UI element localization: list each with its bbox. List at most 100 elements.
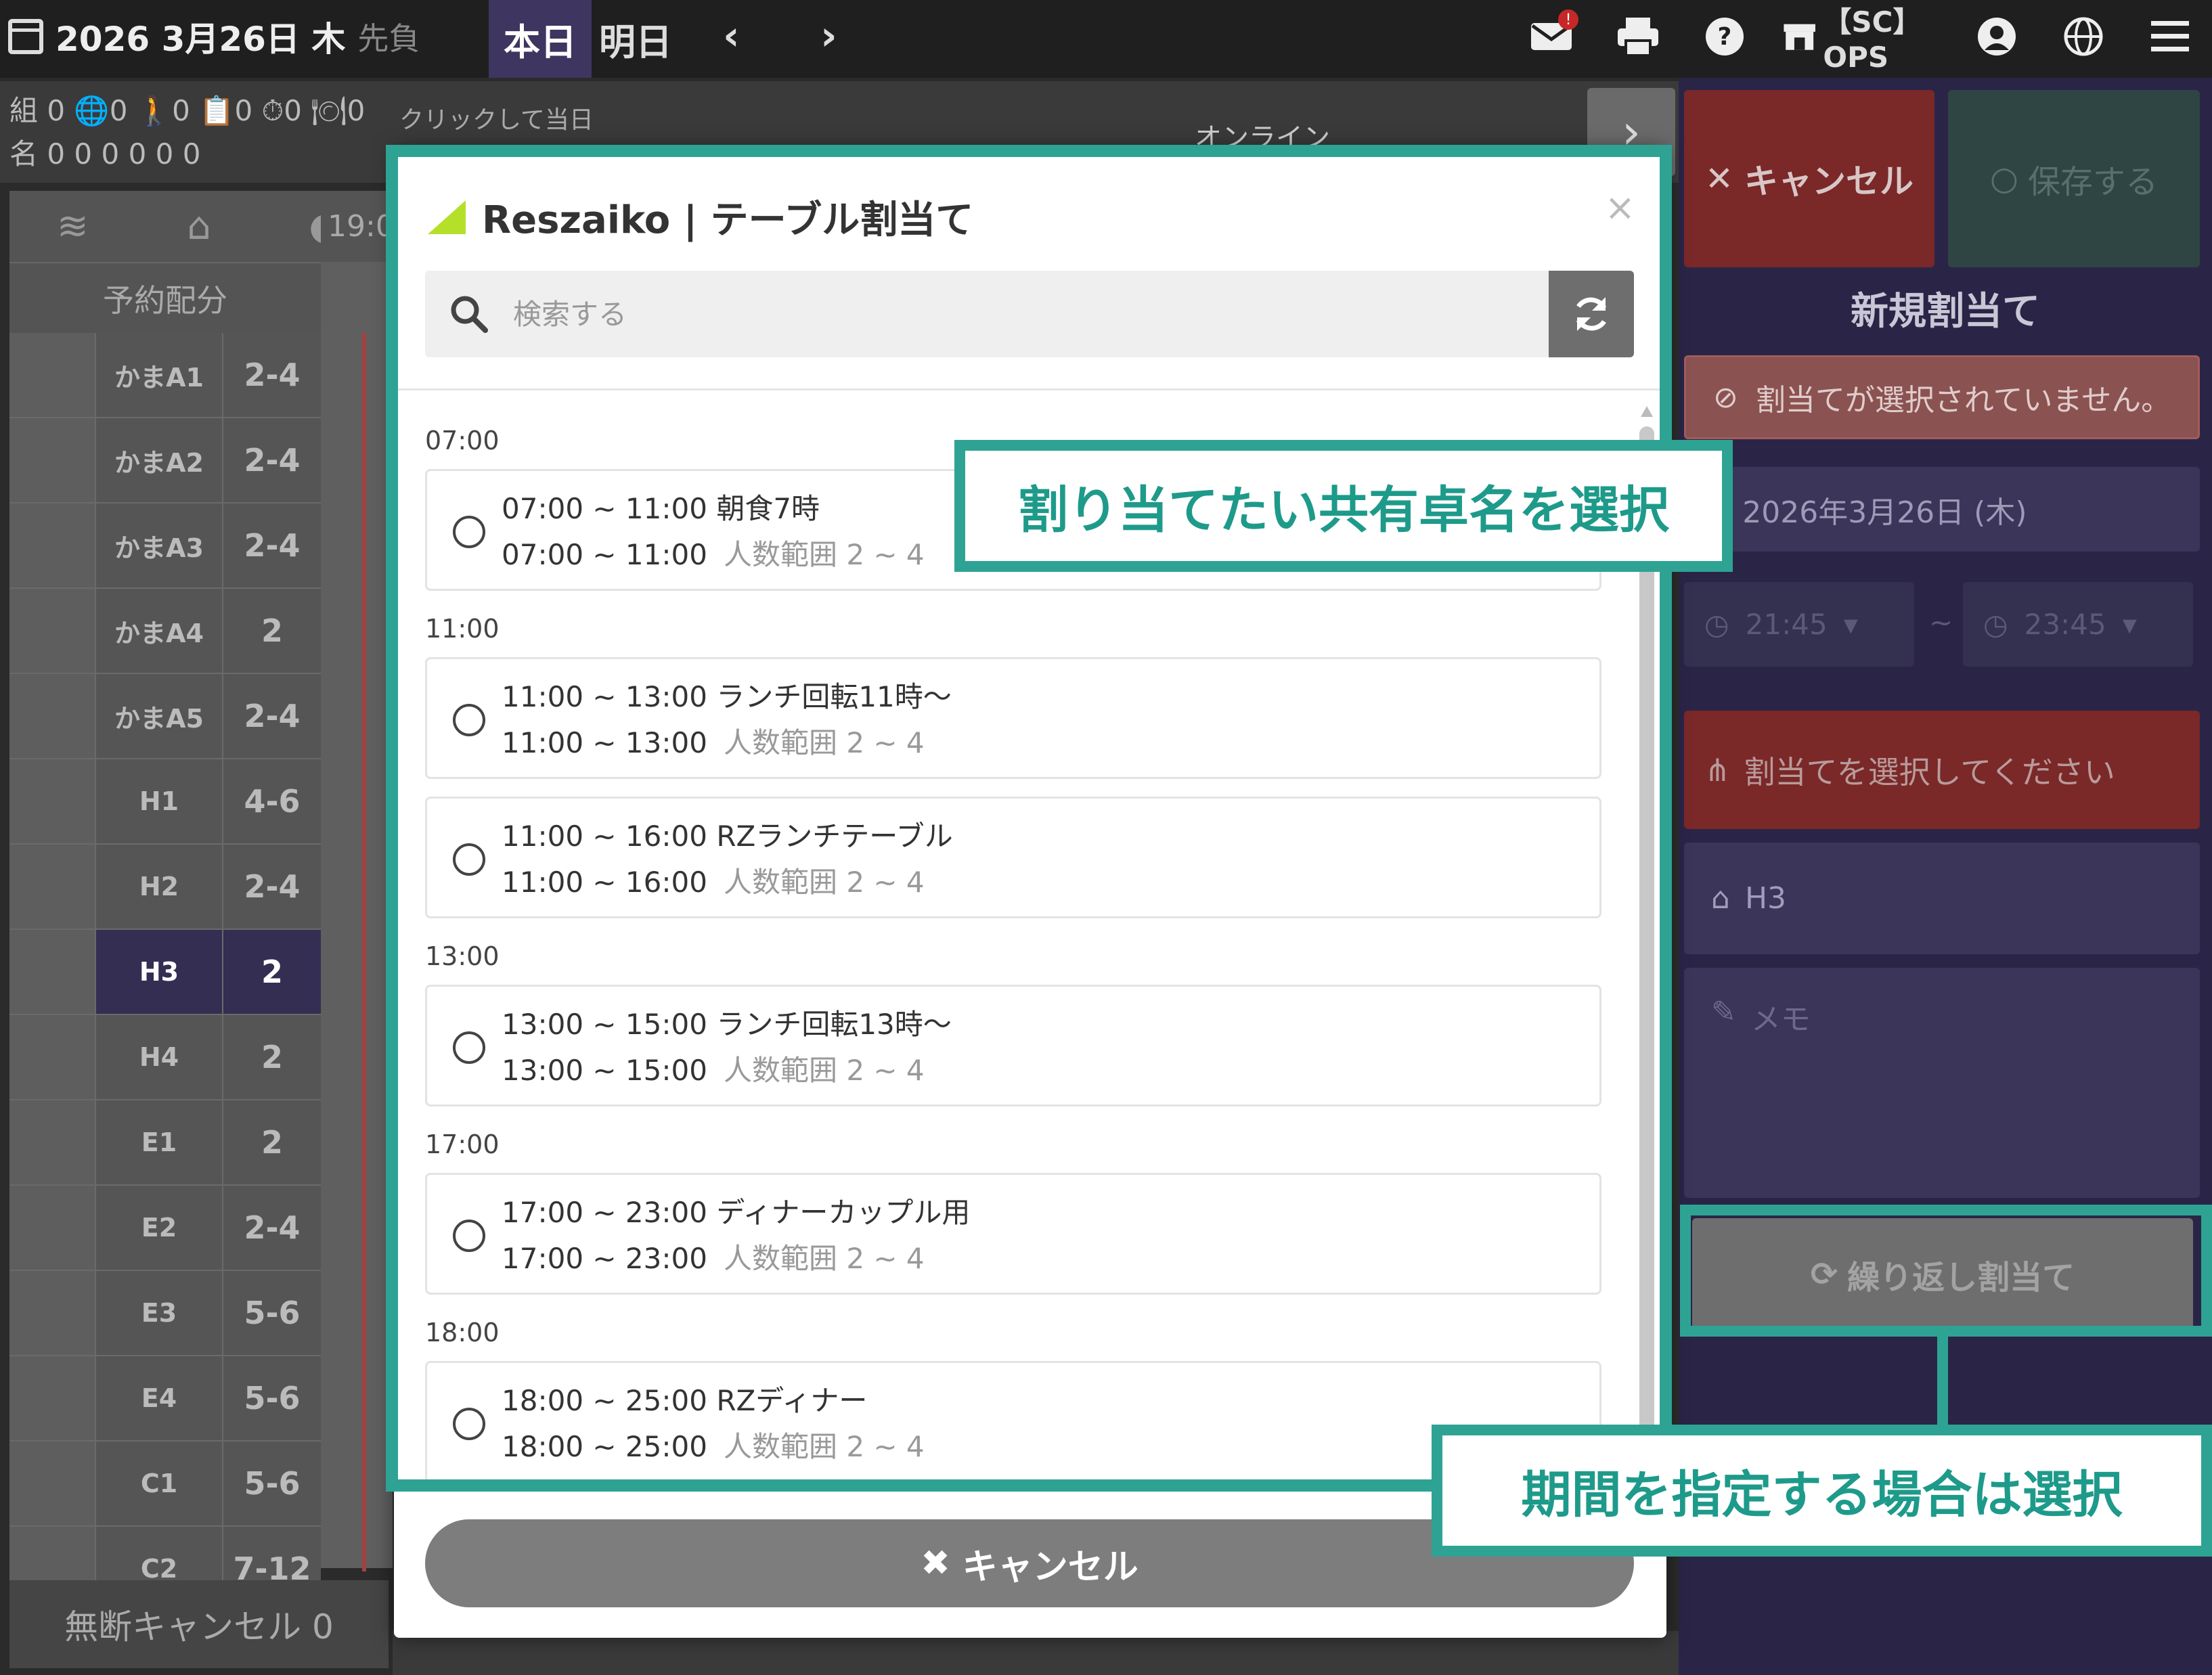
edit-icon: ✎ — [1711, 995, 1736, 1029]
row-spacer — [9, 418, 95, 502]
table-row[interactable]: C1 5-6 — [9, 1442, 321, 1527]
row-spacer — [9, 1271, 95, 1355]
close-icon: ✖ — [921, 1543, 950, 1584]
user-icon[interactable] — [1968, 8, 2025, 65]
today-button[interactable]: 本日 — [489, 0, 592, 78]
row-spacer — [9, 1100, 95, 1184]
row-spacer — [9, 1356, 95, 1440]
search-input[interactable] — [513, 271, 1549, 357]
memo-field[interactable]: ✎ メモ — [1684, 968, 2200, 1198]
table-row[interactable]: E4 5-6 — [9, 1356, 321, 1442]
panel-cancel-button[interactable]: ✕ キャンセル — [1684, 90, 1934, 267]
end-time-select[interactable]: ◷ 23:45 ▾ — [1963, 582, 2193, 667]
callout-connector — [1937, 1337, 1948, 1425]
table-capacity: 5-6 — [222, 1442, 321, 1525]
no-show-counter[interactable]: 無断キャンセル 0 — [9, 1580, 389, 1668]
table-row[interactable]: E2 2-4 — [9, 1186, 321, 1271]
table-row[interactable]: E3 5-6 — [9, 1271, 321, 1356]
assignment-option[interactable]: 11:00 ~ 13:00 ランチ回転11時〜 11:00 ~ 13:00 人数範囲… — [425, 657, 1601, 779]
callout-select-table: 割り当てたい共有卓名を選択 — [954, 440, 1733, 572]
assignment-option[interactable]: 18:00 ~ 25:00 RZディナー 18:00 ~ 25:00 人数範囲 2 … — [425, 1361, 1601, 1483]
option-detail: 11:00 ~ 16:00 人数範囲 2 ~ 4 — [502, 859, 925, 901]
table-name: H4 — [95, 1015, 222, 1099]
start-time-value: 21:45 — [1745, 608, 1828, 641]
date-text: 2026 3月26日 木 — [56, 20, 346, 59]
help-icon[interactable]: ? — [1696, 8, 1753, 65]
assignment-option[interactable]: 17:00 ~ 23:00 ディナーカップル用 17:00 ~ 23:00 人数範囲… — [425, 1173, 1601, 1295]
print-icon[interactable] — [1610, 8, 1666, 65]
option-time: 07:00 ~ 11:00 — [502, 538, 707, 571]
close-icon: ✕ — [1705, 159, 1733, 198]
table-capacity: 5-6 — [222, 1271, 321, 1355]
table-row[interactable]: かまA3 2-4 — [9, 504, 321, 589]
radio-button[interactable] — [453, 1220, 485, 1252]
store-selector[interactable]: 【SC】OPS — [1783, 5, 1939, 74]
option-range: 人数範囲 2 ~ 4 — [723, 866, 925, 899]
option-time: 18:00 ~ 25:00 — [502, 1430, 707, 1463]
next-day-button[interactable]: › — [820, 12, 837, 60]
refresh-button[interactable] — [1549, 271, 1634, 357]
globe-icon[interactable] — [2055, 8, 2112, 65]
prev-day-button[interactable]: ‹ — [723, 12, 740, 60]
table-capacity: 2 — [222, 589, 321, 673]
assignment-option[interactable]: 13:00 ~ 15:00 ランチ回転13時〜 13:00 ~ 15:00 人数範囲… — [425, 985, 1601, 1107]
counter-groups: 組 0 🌐0 🚶0 📋0 ⏱0 🍽0 — [9, 94, 366, 127]
table-row[interactable]: H2 2-4 — [9, 845, 321, 930]
assignment-option[interactable]: 11:00 ~ 16:00 RZランチテーブル 11:00 ~ 16:00 人数範囲… — [425, 797, 1601, 918]
option-title: 11:00 ~ 16:00 RZランチテーブル — [502, 820, 953, 853]
menu-icon[interactable] — [2142, 8, 2198, 65]
table-assignment-modal: Reszaiko | テーブル割当て × 07:00 07:00 ~ 11:00 … — [394, 149, 1666, 1638]
time-group-label: 11:00 — [425, 614, 500, 644]
modal-close-button[interactable]: × — [1605, 186, 1635, 229]
modal-cancel-label: キャンセル — [962, 1546, 1138, 1588]
table-icon[interactable]: ⌂ — [136, 191, 263, 262]
time-group-label: 17:00 — [425, 1130, 500, 1159]
table-row[interactable]: かまA5 2-4 — [9, 674, 321, 759]
option-title: 18:00 ~ 25:00 RZディナー — [502, 1384, 868, 1417]
table-icon: ⌂ — [1711, 881, 1730, 916]
row-spacer — [9, 1186, 95, 1270]
clock-icon: ◷ — [1983, 608, 2008, 641]
mail-icon[interactable]: ! — [1523, 8, 1580, 65]
timeline-column[interactable] — [321, 262, 393, 1568]
select-assignment-button[interactable]: ⋔ 割当てを選択してください — [1684, 711, 2200, 829]
date-display[interactable]: 2026 3月26日 木 先負 — [8, 12, 420, 61]
table-row[interactable]: かまA2 2-4 — [9, 418, 321, 504]
table-field[interactable]: ⌂ H3 — [1684, 843, 2200, 954]
ban-icon: ⊘ — [1713, 380, 1738, 415]
table-name: E4 — [95, 1356, 222, 1440]
option-title: 17:00 ~ 23:00 ディナーカップル用 — [502, 1196, 971, 1229]
table-row[interactable]: E1 2 — [9, 1100, 321, 1186]
table-row[interactable]: H3 2 — [9, 930, 321, 1015]
scroll-up-arrow[interactable] — [1641, 406, 1653, 417]
sitemap-icon: ⋔ — [1704, 751, 1731, 788]
option-detail: 18:00 ~ 25:00 人数範囲 2 ~ 4 — [502, 1424, 925, 1465]
table-row[interactable]: H1 4-6 — [9, 759, 321, 845]
option-time: 13:00 ~ 15:00 — [502, 1054, 707, 1087]
chevron-down-icon: ▾ — [2122, 608, 2137, 641]
table-row[interactable]: かまA4 2 — [9, 589, 321, 674]
repeat-assignment-button[interactable]: ⟳ 繰り返し割当て — [1692, 1218, 2193, 1330]
panel-save-button[interactable]: ○ 保存する — [1948, 90, 2200, 267]
scroll-thumb[interactable] — [1639, 426, 1654, 1543]
layers-icon[interactable]: ≋ — [9, 191, 136, 262]
table-name: C1 — [95, 1442, 222, 1525]
option-time: 11:00 ~ 13:00 — [502, 726, 707, 759]
table-row[interactable]: H4 2 — [9, 1015, 321, 1100]
radio-button[interactable] — [453, 516, 485, 548]
search-bar — [425, 271, 1634, 357]
table-capacity: 2-4 — [222, 1186, 321, 1270]
table-name: かまA3 — [95, 504, 222, 587]
start-time-select[interactable]: ◷ 21:45 ▾ — [1684, 582, 1914, 667]
tomorrow-button[interactable]: 明日 — [592, 0, 680, 78]
radio-button[interactable] — [453, 843, 485, 876]
table-row[interactable]: かまA1 2-4 — [9, 333, 321, 418]
panel-title: 新規割当て — [1851, 290, 2040, 334]
top-icon-bar: ! ? 【SC】OPS — [1523, 5, 2198, 74]
radio-button[interactable] — [453, 1408, 485, 1440]
date-field[interactable]: ▯ 2026年3月26日 (木) — [1684, 467, 2200, 552]
radio-button[interactable] — [453, 704, 485, 736]
radio-button[interactable] — [453, 1031, 485, 1064]
row-spacer — [9, 589, 95, 673]
time-group-label: 18:00 — [425, 1318, 500, 1347]
